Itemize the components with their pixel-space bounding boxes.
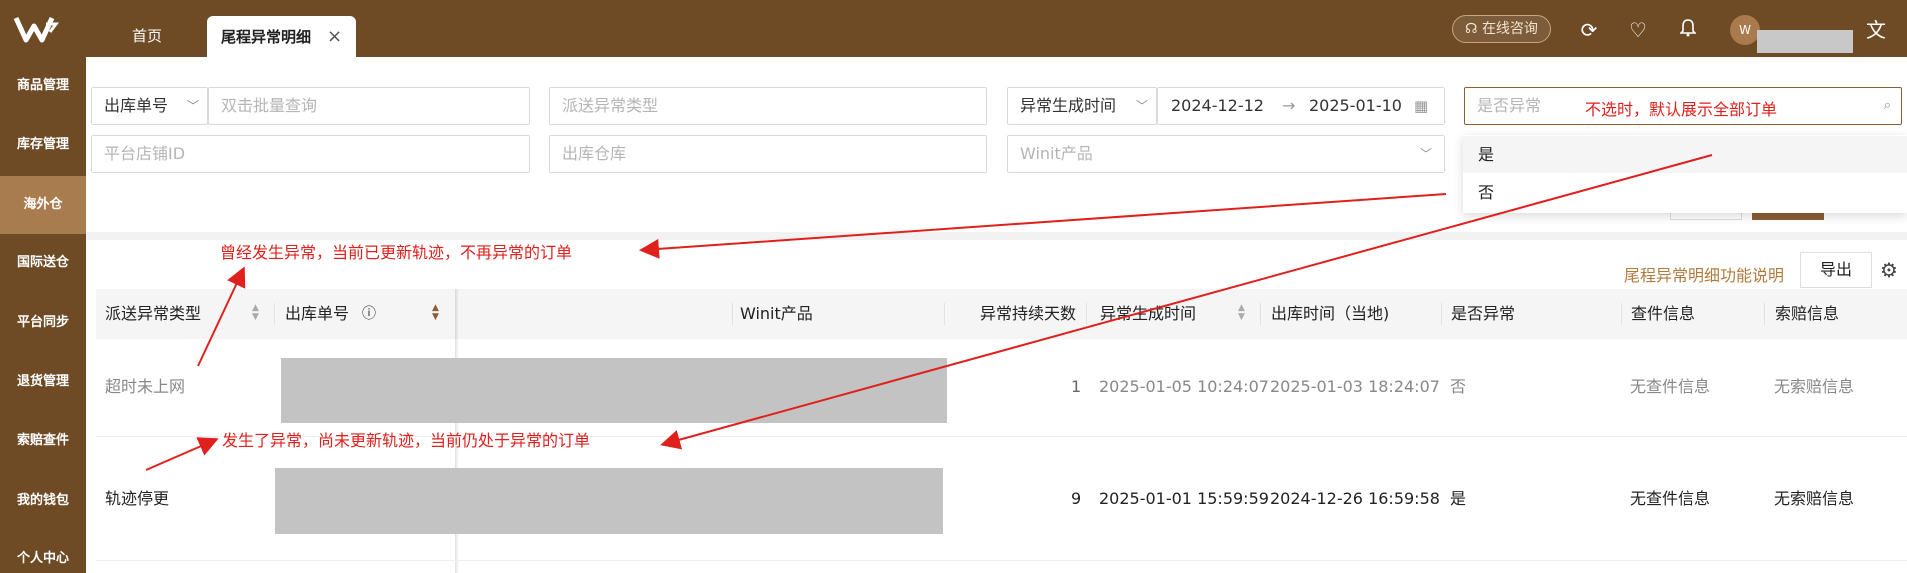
arrow-past-to-row	[197, 266, 246, 367]
arrow-yes-to-current	[660, 154, 1713, 450]
arrow-no-to-past	[639, 193, 1447, 259]
annotation-arrows	[145, 154, 1713, 471]
arrow-current-to-row	[145, 437, 219, 471]
